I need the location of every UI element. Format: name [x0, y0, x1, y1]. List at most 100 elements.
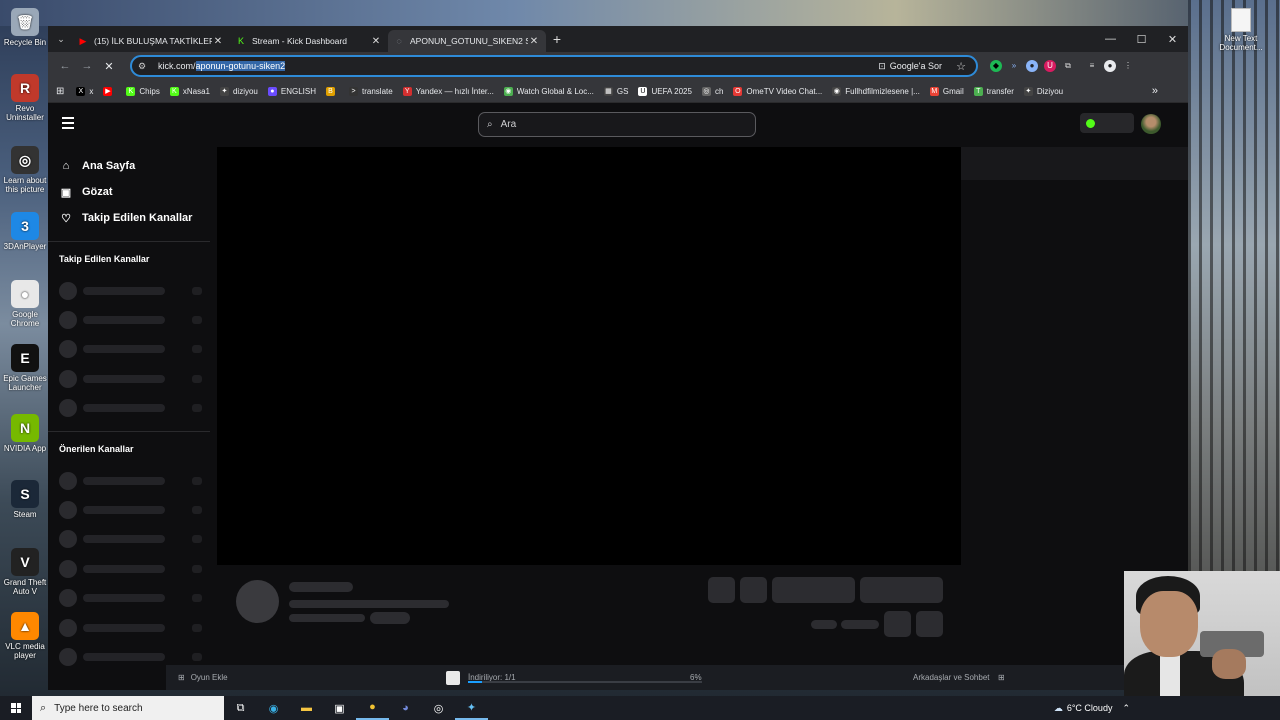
bookmark-item[interactable]: B: [326, 86, 339, 96]
channel-name-skeleton: [83, 476, 165, 485]
bookmark-star-icon[interactable]: ☆: [956, 60, 966, 73]
profile-icon[interactable]: ●: [1104, 60, 1116, 72]
stat-skeleton: [841, 620, 879, 629]
site-info-icon[interactable]: ⚙: [138, 61, 152, 72]
desktop-icon-0[interactable]: 🗑 Recycle Bin: [2, 8, 48, 47]
google-sor-button[interactable]: ⊡ Google'a Sor: [878, 61, 942, 72]
address-bar[interactable]: ⚙ kick.com/aponun-gotunu-siken2 ⊡ Google'…: [130, 55, 978, 77]
kick-topbar: ⌕ Ara: [48, 103, 1188, 147]
bookmark-item[interactable]: ▶: [103, 86, 116, 96]
shield-extension-icon[interactable]: ◆: [990, 60, 1002, 72]
desktop-icon-8[interactable]: V Grand Theft Auto V: [2, 548, 48, 596]
user-avatar[interactable]: [1141, 114, 1161, 134]
video-player[interactable]: [217, 147, 961, 565]
u-extension-icon[interactable]: U: [1044, 60, 1056, 72]
cloud-icon: ☁: [1053, 702, 1063, 713]
bookmark-item[interactable]: ◉ Fullhdfilmizlesene |...: [832, 86, 920, 96]
bookmark-item[interactable]: ◉ Watch Global & Loc...: [503, 86, 594, 96]
bookmark-item[interactable]: ▦ GS: [603, 86, 628, 96]
more-bookmarks-icon[interactable]: »: [1152, 85, 1158, 97]
sidebar-item-1[interactable]: ▣ Gözat: [48, 179, 211, 205]
desktop-icon-5[interactable]: E Epic Games Launcher: [2, 344, 48, 392]
obs-icon[interactable]: ◎: [422, 696, 455, 720]
browser-tab[interactable]: K Stream - Kick Dashboard ✕: [230, 30, 388, 52]
desktop-icon-3[interactable]: 3 3DAnPlayer: [2, 212, 48, 251]
download-progress-bar: [468, 681, 702, 683]
menu-kebab-icon[interactable]: ⋮: [1122, 60, 1134, 72]
sidebar-item-0[interactable]: ⌂ Ana Sayfa: [48, 153, 211, 179]
bookmark-item[interactable]: ● ENGLISH: [267, 86, 316, 96]
desktop-icon-6[interactable]: N NVIDIA App: [2, 414, 48, 453]
hamburger-menu-icon[interactable]: [62, 117, 74, 132]
browser-tab[interactable]: ▶ (15) İLK BULUŞMA TAKTİKLERİ ✕: [72, 30, 230, 52]
friends-chat-button[interactable]: Arkadaşlar ve Sohbet: [913, 673, 990, 682]
weather-text[interactable]: 6°C Cloudy: [1067, 703, 1113, 713]
viewer-count-skeleton: [192, 623, 202, 632]
bookmark-item[interactable]: Xx: [76, 86, 93, 96]
circle-extension-icon[interactable]: ●: [1026, 60, 1038, 72]
account-pill[interactable]: [1080, 113, 1134, 133]
window-controls: — ☐ ✕: [1095, 26, 1188, 52]
bookmark-item[interactable]: > translate: [349, 86, 393, 96]
desktop-icon-1[interactable]: R Revo Uninstaller: [2, 74, 48, 122]
desktop-icon-9[interactable]: ▲ VLC media player: [2, 612, 48, 660]
file-explorer-icon[interactable]: ▬: [290, 696, 323, 720]
discord-icon[interactable]: ◕: [389, 696, 422, 720]
sidebar-item-2[interactable]: ♡ Takip Edilen Kanallar: [48, 205, 211, 231]
bookmark-item[interactable]: Ttransfer: [973, 86, 1014, 96]
bookmark-item[interactable]: ◎ ch: [701, 86, 723, 96]
store-icon[interactable]: ▣: [323, 696, 356, 720]
bookmark-favicon-icon: U: [638, 86, 648, 96]
forward-button[interactable]: →: [76, 60, 98, 72]
tab-title: APONUN_GOTUNU_SIKEN2 Str: [410, 36, 528, 46]
add-game-button[interactable]: Oyun Ekle: [191, 673, 228, 682]
desktop-icon-4[interactable]: ● Google Chrome: [2, 280, 48, 328]
desktop-icon-label: Steam: [13, 510, 37, 519]
close-tab-icon[interactable]: ✕: [370, 36, 382, 47]
desktop-icon-7[interactable]: S Steam: [2, 480, 48, 519]
bookmark-item[interactable]: Y Yandex — hızlı İnter...: [402, 86, 494, 96]
chrome-taskbar-icon[interactable]: ●: [356, 696, 389, 720]
audio-extension-icon[interactable]: »: [1008, 60, 1020, 72]
maximize-button[interactable]: ☐: [1126, 26, 1157, 52]
viewer-count-skeleton: [192, 345, 202, 354]
bookmark-item[interactable]: M Gmail: [929, 86, 964, 96]
desktop-icon-text-document[interactable]: New Text Document...: [1216, 8, 1266, 52]
bookmark-label: Gmail: [942, 86, 964, 96]
channel-avatar-skeleton: [59, 618, 77, 637]
stop-loading-button[interactable]: ✕: [98, 60, 120, 73]
bookmark-item[interactable]: U UEFA 2025: [638, 86, 692, 96]
url-host: kick.com/: [158, 61, 196, 71]
steam-taskbar-icon[interactable]: ✦: [455, 696, 488, 720]
taskbar-search-input[interactable]: ⌕ Type here to search: [32, 696, 224, 720]
apps-grid-icon[interactable]: ⊞: [56, 86, 64, 97]
back-button[interactable]: ←: [54, 60, 76, 72]
close-tab-icon[interactable]: ✕: [528, 36, 540, 47]
puzzle-extension-icon[interactable]: ⧉: [1062, 60, 1074, 72]
media-control-icon[interactable]: ≡: [1086, 60, 1098, 72]
close-tab-icon[interactable]: ✕: [212, 36, 224, 47]
close-window-button[interactable]: ✕: [1157, 26, 1188, 52]
new-tab-button[interactable]: +: [546, 31, 568, 47]
steam-footer-bar: ⊞ Oyun Ekle İndiriliyor: 1/1 6% Arkadaşl…: [166, 665, 1188, 690]
bookmark-item[interactable]: KxNasa1: [169, 86, 210, 96]
tray-chevron-icon[interactable]: ⌃: [1122, 703, 1130, 714]
start-button[interactable]: [0, 696, 32, 720]
viewer-count-skeleton: [192, 506, 202, 515]
url-text[interactable]: kick.com/aponun-gotunu-siken2: [158, 61, 286, 71]
channel-avatar-skeleton: [59, 589, 77, 608]
desktop-icon-2[interactable]: ◎ Learn about this picture: [2, 146, 48, 194]
tab-search-button[interactable]: ⌄: [50, 28, 72, 50]
bookmark-item[interactable]: O OmeTV Video Chat...: [733, 86, 822, 96]
task-view-icon[interactable]: ⧉: [224, 696, 257, 720]
kick-search-input[interactable]: ⌕ Ara: [478, 112, 756, 137]
bookmark-item[interactable]: ✦ diziyou: [219, 86, 258, 96]
followed-channels-skeleton: [48, 276, 211, 423]
bookmark-item[interactable]: ✦ Diziyou: [1023, 86, 1063, 96]
browser-tab[interactable]: ◌ APONUN_GOTUNU_SIKEN2 Str ✕: [388, 30, 546, 52]
edge-icon[interactable]: ◉: [257, 696, 290, 720]
channel-name-skeleton: [83, 535, 165, 544]
bookmark-item[interactable]: K Chips: [126, 86, 160, 96]
minimize-button[interactable]: —: [1095, 26, 1126, 52]
channel-avatar-skeleton: [59, 340, 77, 359]
